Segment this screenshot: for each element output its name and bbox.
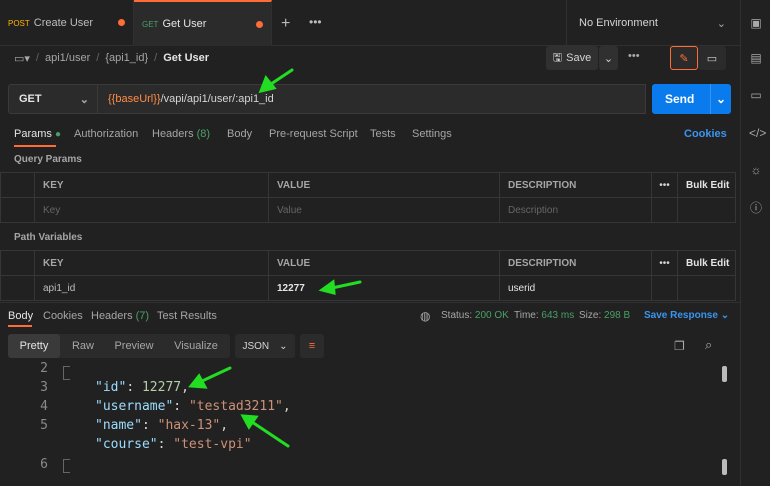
annotation-arrows	[188, 68, 362, 448]
arrow-head	[258, 75, 277, 94]
arrow-id	[198, 366, 232, 384]
arrow-head	[188, 373, 208, 389]
arrow-path-value	[330, 280, 362, 290]
arrow-head	[240, 414, 259, 430]
arrow-head	[318, 279, 336, 295]
arrow-username	[250, 420, 290, 448]
